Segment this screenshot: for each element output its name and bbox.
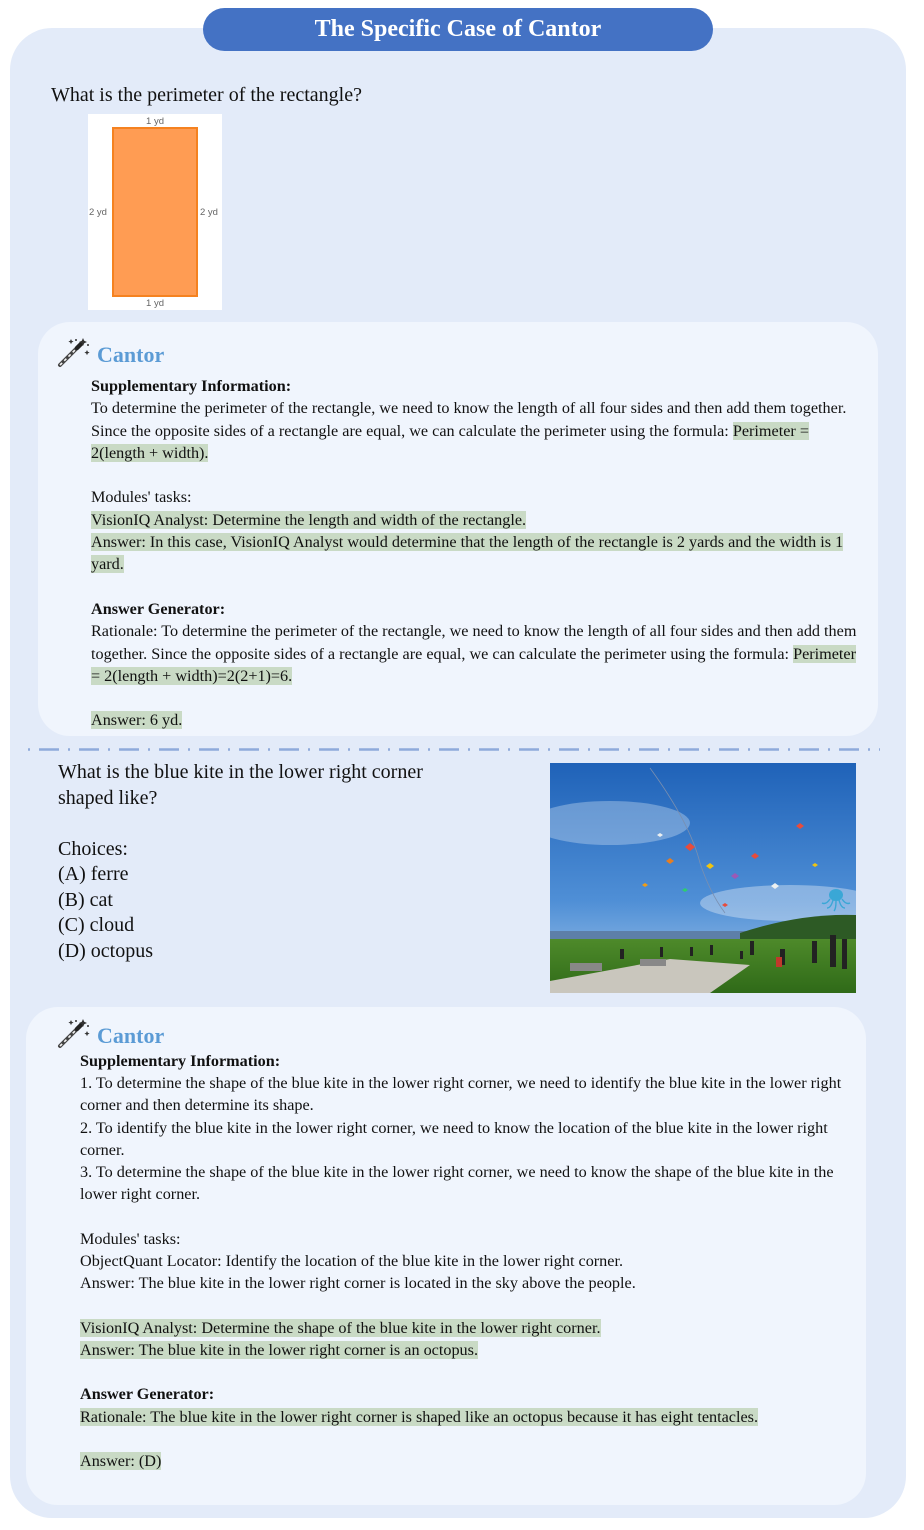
rationale-paragraph: Rationale: To determine the perimeter of… [91, 620, 866, 687]
magic-wand-icon [57, 336, 91, 373]
top-side-label: 1 yd [146, 116, 164, 127]
question-rectangle: What is the perimeter of the rectangle? [51, 84, 362, 106]
module-answer-1: Answer: The blue kite in the lower right… [80, 1274, 636, 1293]
rationale-text: Rationale: The blue kite in the lower ri… [80, 1407, 759, 1426]
bottom-side-label: 1 yd [146, 298, 164, 309]
page-title: The Specific Case of Cantor [203, 8, 713, 51]
final-answer: Answer: 6 yd. [91, 711, 183, 730]
left-side-label: 2 yd [89, 207, 107, 218]
cantor-header-2: Cantor [57, 1017, 164, 1054]
choice-c: (C) cloud [58, 914, 135, 936]
supplementary-item-3: 3. To determine the shape of the blue ki… [80, 1163, 834, 1204]
module-task-line: VisionIQ Analyst: Determine the length a… [91, 509, 866, 531]
module-answer-2-line: Answer: The blue kite in the lower right… [80, 1339, 855, 1361]
question-line-2: shaped like? [58, 786, 158, 809]
modules-heading: Modules' tasks: [91, 488, 192, 507]
rectangle-figure: 1 yd 1 yd 2 yd 2 yd [88, 114, 222, 310]
final-answer-line: Answer: 6 yd. [91, 709, 866, 731]
module-task: VisionIQ Analyst: Determine the length a… [91, 510, 527, 529]
right-side-label: 2 yd [200, 207, 218, 218]
module-task-2: VisionIQ Analyst: Determine the shape of… [80, 1318, 601, 1337]
module-answer: Answer: In this case, VisionIQ Analyst w… [91, 533, 844, 574]
supplementary-paragraph: To determine the perimeter of the rectan… [91, 397, 866, 464]
kite-festival-photo [550, 763, 856, 993]
rationale-text: Rationale: To determine the perimeter of… [91, 622, 857, 663]
cantor-header-1: Cantor [57, 336, 164, 373]
choice-b: (B) cat [58, 888, 113, 911]
section-divider [28, 748, 880, 751]
modules-heading: Modules' tasks: [80, 1229, 181, 1248]
cantor-name: Cantor [97, 341, 165, 367]
rectangle-shape [112, 127, 198, 297]
supplementary-heading: Supplementary Information: [91, 377, 292, 395]
choice-a: (A) ferre [58, 863, 129, 885]
supplementary-item-1: 1. To determine the shape of the blue ki… [80, 1074, 842, 1115]
final-answer: Answer: (D) [80, 1452, 162, 1471]
supplementary-item-2: 2. To identify the blue kite in the lowe… [80, 1118, 828, 1159]
module-answer-line: Answer: In this case, VisionIQ Analyst w… [91, 531, 866, 576]
question-kite: What is the blue kite in the lower right… [58, 760, 423, 964]
magic-wand-icon [57, 1017, 91, 1054]
choice-d: (D) octopus [58, 939, 153, 962]
module-answer-2: Answer: The blue kite in the lower right… [80, 1340, 478, 1359]
answer-generator-heading: Answer Generator: [91, 599, 226, 618]
module-task-1: ObjectQuant Locator: Identify the locati… [80, 1251, 623, 1270]
choices-heading: Choices: [58, 837, 128, 860]
final-answer-line: Answer: (D) [80, 1450, 855, 1472]
answer-generator-heading: Answer Generator: [80, 1385, 215, 1404]
cantor-response-1: Supplementary Information: To determine … [91, 375, 866, 732]
cantor-name: Cantor [97, 1022, 165, 1048]
cantor-response-2: Supplementary Information: 1. To determi… [80, 1050, 855, 1472]
rationale-line: Rationale: The blue kite in the lower ri… [80, 1406, 855, 1428]
module-task-2-line: VisionIQ Analyst: Determine the shape of… [80, 1317, 855, 1339]
question-line-1: What is the blue kite in the lower right… [58, 761, 423, 783]
supplementary-heading: Supplementary Information: [80, 1052, 281, 1070]
